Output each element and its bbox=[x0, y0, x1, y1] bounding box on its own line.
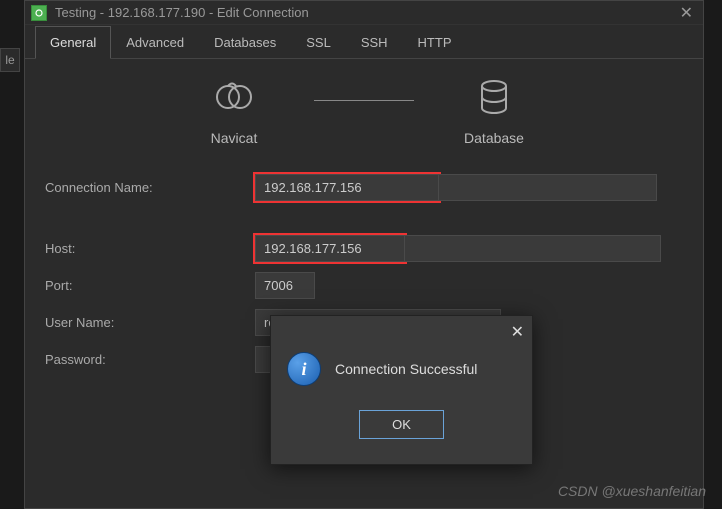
ok-button[interactable]: OK bbox=[359, 410, 444, 439]
navicat-app-icon bbox=[31, 5, 47, 21]
username-label: User Name: bbox=[41, 315, 255, 330]
host-label: Host: bbox=[41, 241, 255, 256]
tab-advanced[interactable]: Advanced bbox=[111, 26, 199, 59]
dialog-message: Connection Successful bbox=[335, 361, 477, 377]
window-title: Testing - 192.168.177.190 - Edit Connect… bbox=[55, 5, 676, 20]
password-label: Password: bbox=[41, 352, 255, 367]
tab-general[interactable]: General bbox=[35, 26, 111, 59]
titlebar: Testing - 192.168.177.190 - Edit Connect… bbox=[25, 1, 703, 25]
connection-line bbox=[314, 100, 414, 101]
connection-name-input[interactable] bbox=[255, 174, 439, 201]
database-icon bbox=[478, 79, 510, 118]
navicat-label: Navicat bbox=[211, 130, 258, 146]
connection-name-label: Connection Name: bbox=[41, 180, 255, 195]
host-input-ext[interactable] bbox=[405, 235, 661, 262]
navicat-icon bbox=[214, 79, 254, 118]
port-label: Port: bbox=[41, 278, 255, 293]
host-input[interactable] bbox=[255, 235, 405, 262]
tab-bar: General Advanced Databases SSL SSH HTTP bbox=[25, 25, 703, 59]
tab-databases[interactable]: Databases bbox=[199, 26, 291, 59]
close-icon[interactable]: ✕ bbox=[676, 3, 697, 23]
watermark: CSDN @xueshanfeitian bbox=[558, 483, 706, 499]
message-dialog: ✕ i Connection Successful OK bbox=[270, 315, 533, 465]
port-input[interactable] bbox=[255, 272, 315, 299]
left-panel-fragment: le bbox=[0, 48, 20, 72]
connection-name-input-ext[interactable] bbox=[439, 174, 657, 201]
dialog-close-icon[interactable]: ✕ bbox=[511, 322, 524, 342]
info-icon: i bbox=[287, 352, 321, 386]
tab-http[interactable]: HTTP bbox=[403, 26, 467, 59]
tab-ssl[interactable]: SSL bbox=[291, 26, 346, 59]
database-label: Database bbox=[464, 130, 524, 146]
connection-diagram: Navicat Database bbox=[41, 79, 687, 146]
tab-ssh[interactable]: SSH bbox=[346, 26, 403, 59]
